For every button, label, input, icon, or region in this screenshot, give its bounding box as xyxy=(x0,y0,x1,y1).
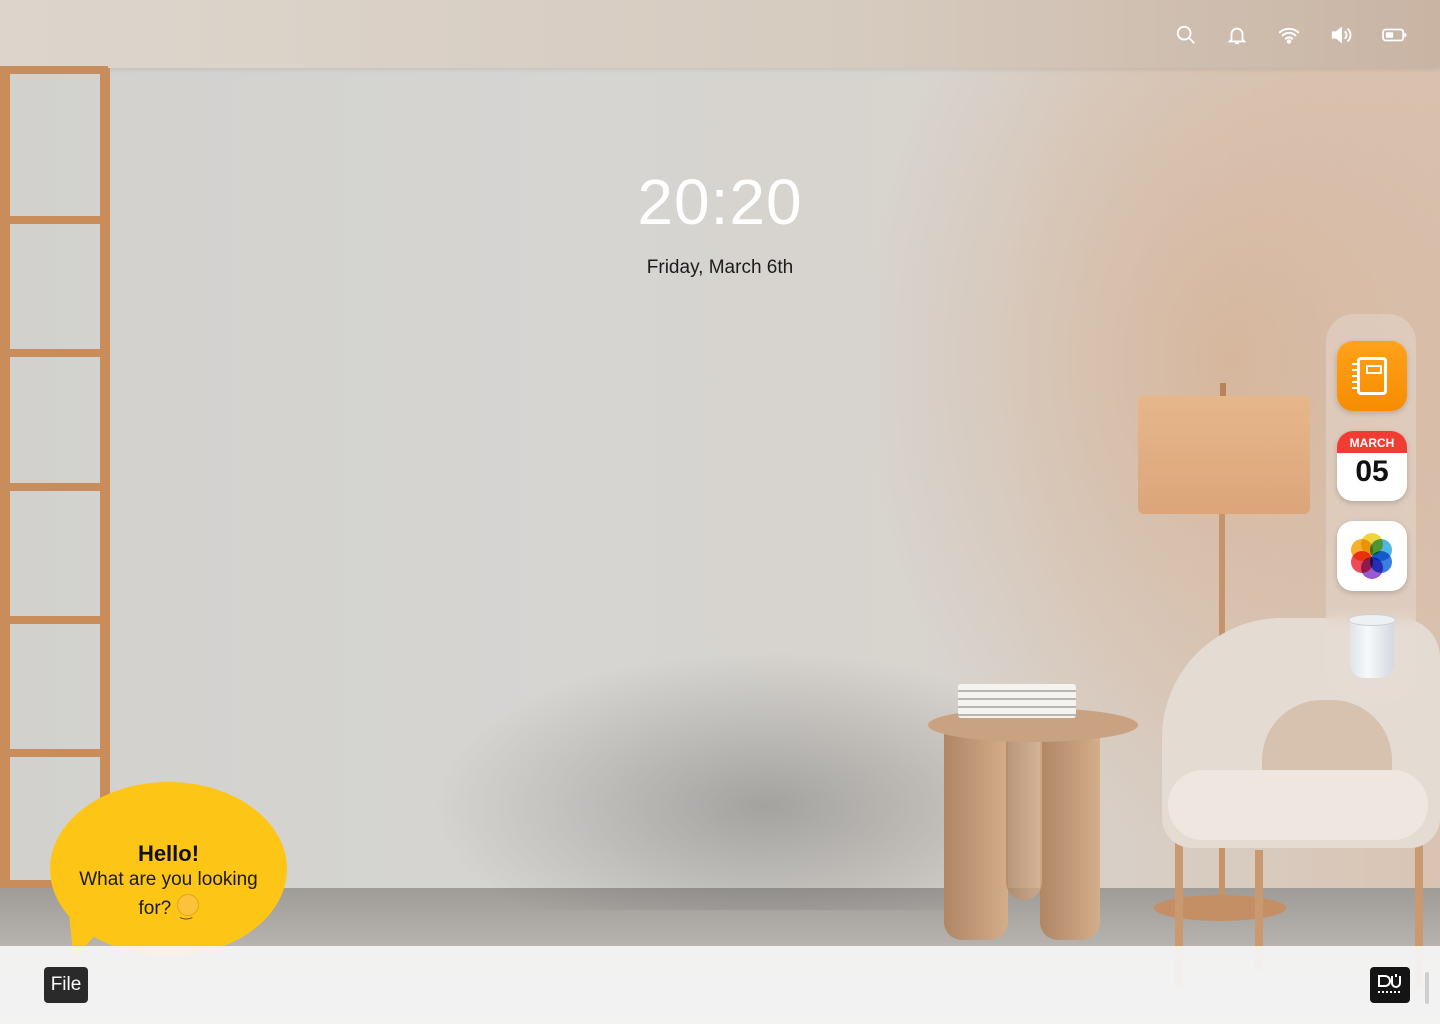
calendar-day: 05 xyxy=(1355,455,1389,488)
file-button[interactable]: File xyxy=(44,967,88,1003)
clock-date: Friday, March 6th xyxy=(646,257,794,278)
assistant-message: What are you looking for? xyxy=(62,866,275,925)
assistant-greeting: Hello! xyxy=(137,841,200,866)
taskbar-scrollbar[interactable] xyxy=(1425,972,1429,1004)
photos-app[interactable] xyxy=(1337,521,1407,591)
smiling-face-icon xyxy=(176,894,199,925)
clock-time: 20:20 xyxy=(637,166,803,238)
bell-icon[interactable] xyxy=(1224,22,1250,48)
search-icon[interactable] xyxy=(1173,22,1199,48)
wifi-icon[interactable] xyxy=(1276,22,1302,48)
trash-bin-icon[interactable] xyxy=(1348,614,1396,678)
notes-app[interactable] xyxy=(1337,341,1407,411)
volume-icon[interactable] xyxy=(1328,22,1354,48)
taskbar xyxy=(0,946,1440,1024)
wallpaper-shadow xyxy=(430,650,990,910)
brand-logo-icon[interactable] xyxy=(1370,967,1410,1003)
battery-icon[interactable] xyxy=(1380,22,1410,48)
calendar-month: MARCH xyxy=(1337,431,1407,453)
calendar-app[interactable]: MARCH 05 xyxy=(1337,431,1407,501)
status-bar xyxy=(1173,22,1410,48)
assistant-message-text: What are you looking for? xyxy=(79,869,258,919)
